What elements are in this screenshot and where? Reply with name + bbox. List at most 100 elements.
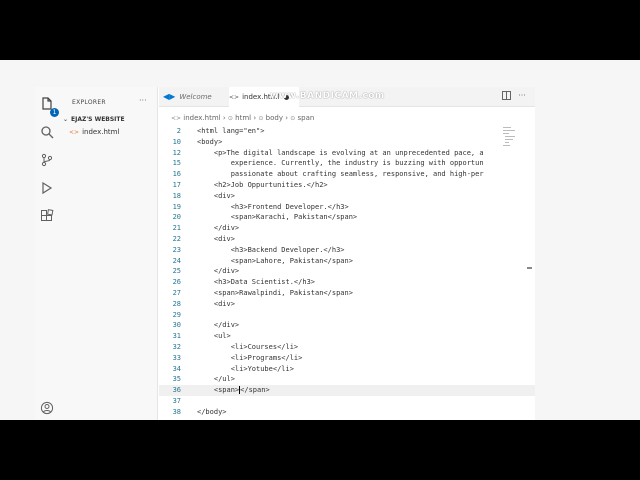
- more-actions-icon[interactable]: ···: [139, 96, 147, 105]
- code-line[interactable]: 24 <span>Lahore, Pakistan</span>: [159, 256, 535, 267]
- code-line[interactable]: 18 <div>: [159, 191, 535, 202]
- account-icon[interactable]: [39, 401, 55, 417]
- run-debug-icon[interactable]: [39, 181, 55, 197]
- code-text: experience. Currently, the industry is b…: [197, 159, 484, 168]
- code-line[interactable]: 10 <body>: [159, 137, 535, 148]
- breadcrumb-separator: ›: [285, 114, 289, 122]
- code-line[interactable]: 20 <span>Karachi, Pakistan</span>: [159, 212, 535, 223]
- code-line[interactable]: 31 <ul>: [159, 331, 535, 342]
- code-line[interactable]: 2 <html lang="en">: [159, 126, 535, 137]
- files-icon[interactable]: 1: [39, 97, 59, 117]
- code-text: <li>Yotube</li>: [197, 364, 294, 373]
- breadcrumb-body[interactable]: body: [266, 114, 283, 122]
- code-line[interactable]: 16 passionate about crafting seamless, r…: [159, 169, 535, 180]
- code-text: </div>: [197, 224, 240, 233]
- code-line[interactable]: 21 </div>: [159, 223, 535, 234]
- code-line[interactable]: 33 <li>Programs</li>: [159, 353, 535, 364]
- code-line[interactable]: 35 </ul>: [159, 374, 535, 385]
- file-index-html[interactable]: <> index.html: [69, 128, 119, 136]
- code-text: <span></span>: [197, 386, 270, 395]
- code-line[interactable]: 19 <h3>Frontend Developer.</h3>: [159, 202, 535, 213]
- code-text: <p>The digital landscape is evolving at …: [197, 148, 484, 157]
- line-number: 10: [172, 137, 181, 146]
- code-text: </div>: [197, 321, 240, 330]
- breadcrumb-separator: ›: [222, 114, 226, 122]
- code-text: <li>Courses</li>: [197, 343, 299, 351]
- scrollbar-thumb[interactable]: [527, 267, 532, 269]
- notification-badge: 1: [50, 108, 59, 117]
- extensions-icon[interactable]: [39, 209, 55, 225]
- screen-frame: 1 EXPLORER ··· ⌄ EJAZ'S WEBSITE <> index…: [0, 60, 640, 420]
- activity-bar: 1: [35, 87, 59, 420]
- workspace-folder[interactable]: ⌄ EJAZ'S WEBSITE: [63, 116, 125, 123]
- search-icon[interactable]: [39, 125, 55, 141]
- code-text: <span>Karachi, Pakistan</span>: [197, 213, 358, 222]
- line-number: 31: [172, 332, 181, 341]
- file-label: index.html: [82, 128, 120, 136]
- line-number: 18: [172, 191, 181, 200]
- element-icon: ⊙: [227, 115, 233, 122]
- code-line[interactable]: 34 <li>Yotube</li>: [159, 364, 535, 375]
- minimap[interactable]: [499, 125, 535, 420]
- code-line[interactable]: 26 <h3>Data Scientist.</h3>: [159, 277, 535, 288]
- tab-welcome-label: Welcome: [179, 93, 212, 101]
- code-line[interactable]: 12 <p>The digital landscape is evolving …: [159, 148, 535, 159]
- line-number: 17: [172, 181, 181, 189]
- explorer-sidebar: EXPLORER ··· ⌄ EJAZ'S WEBSITE <> index.htm…: [59, 87, 158, 420]
- code-text: </div>: [197, 267, 240, 276]
- code-text: <html lang="en">: [197, 127, 265, 135]
- code-line[interactable]: 27 <span>Rawalpindi, Pakistan</span>: [159, 288, 535, 299]
- text-cursor: [239, 386, 241, 395]
- breadcrumb-html[interactable]: html: [235, 114, 251, 122]
- code-line[interactable]: 23 <h3>Backend Developer.</h3>: [159, 245, 535, 256]
- element-icon: ⊙: [290, 115, 296, 122]
- code-line[interactable]: 25 </div>: [159, 266, 535, 277]
- code-text: <div>: [197, 235, 235, 243]
- code-line[interactable]: 36 <span></span>: [159, 385, 535, 396]
- line-number: 33: [172, 353, 181, 362]
- line-number: 23: [172, 245, 181, 254]
- breadcrumb-span[interactable]: span: [298, 114, 315, 122]
- line-number: 27: [172, 289, 181, 297]
- code-line[interactable]: 30 </div>: [159, 320, 535, 331]
- code-text: <div>: [197, 299, 235, 308]
- split-editor-icon[interactable]: [501, 91, 511, 101]
- code-text: <li>Programs</li>: [197, 353, 303, 362]
- line-number: 38: [172, 407, 181, 416]
- line-number: 12: [172, 148, 181, 157]
- line-number: 15: [172, 159, 181, 168]
- code-line[interactable]: 28 <div>: [159, 299, 535, 310]
- line-number: 29: [172, 310, 181, 319]
- code-text: </body>: [197, 407, 227, 416]
- code-line[interactable]: 38 </body>: [159, 407, 535, 418]
- line-number: 37: [172, 397, 181, 405]
- html-file-icon: <>: [171, 115, 182, 122]
- vscode-window: 1 EXPLORER ··· ⌄ EJAZ'S WEBSITE <> index…: [35, 87, 535, 420]
- more-actions-icon[interactable]: ···: [517, 91, 527, 101]
- tab-welcome[interactable]: ◀▶ Welcome: [163, 87, 229, 107]
- code-editor[interactable]: 2 <html lang="en"> 10 <body> 12 <p>The digit…: [159, 126, 535, 420]
- code-line[interactable]: 17 <h2>Job Oppurtunities.</h2>: [159, 180, 535, 191]
- code-line[interactable]: 15 experience. Currently, the industry i…: [159, 158, 535, 169]
- breadcrumb-separator: ›: [253, 114, 257, 122]
- code-line[interactable]: 22 <div>: [159, 234, 535, 245]
- code-line[interactable]: 29: [159, 310, 535, 321]
- code-text: <body>: [197, 137, 223, 146]
- breadcrumb-file[interactable]: index.html: [183, 114, 220, 122]
- code-text: <ul>: [197, 332, 231, 341]
- code-line[interactable]: 32 <li>Courses</li>: [159, 342, 535, 353]
- code-text: <h3>Frontend Developer.</h3>: [197, 202, 349, 211]
- line-number: 22: [172, 235, 181, 243]
- breadcrumb: <> index.html › ⊙ html › ⊙ body › ⊙ span: [171, 114, 314, 122]
- line-number: 19: [172, 202, 181, 211]
- element-icon: ⊙: [258, 115, 264, 122]
- vscode-icon: ◀▶: [163, 92, 176, 101]
- code-text: <h3>Backend Developer.</h3>: [197, 245, 345, 254]
- chevron-down-icon: ⌄: [63, 116, 69, 123]
- line-number: 20: [172, 213, 181, 222]
- line-number: 34: [172, 364, 181, 373]
- code-line[interactable]: 37: [159, 396, 535, 407]
- line-number: 36: [172, 386, 181, 395]
- explorer-title: EXPLORER: [72, 99, 106, 106]
- source-control-icon[interactable]: [39, 153, 55, 169]
